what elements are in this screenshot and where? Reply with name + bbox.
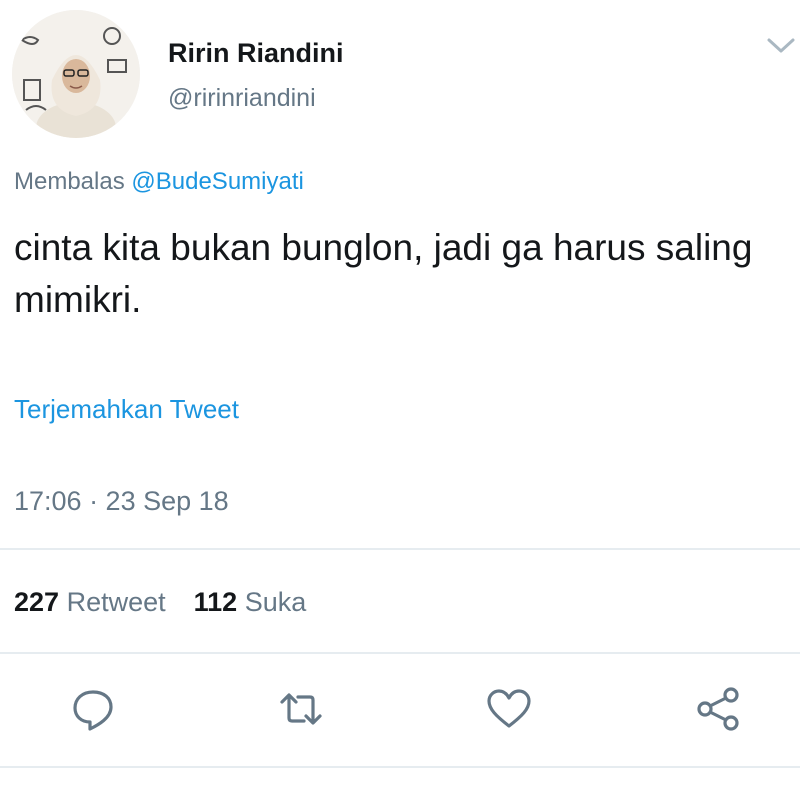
retweet-label: Retweet [66,587,166,617]
tweet-stats: 227 Retweet 112 Suka [14,587,306,618]
reply-button[interactable] [68,684,118,734]
retweet-stat[interactable]: 227 Retweet [14,587,166,617]
like-stat[interactable]: 112 Suka [194,587,307,617]
chevron-down-icon[interactable] [764,34,798,58]
like-label: Suka [244,587,307,617]
like-count: 112 [193,587,238,617]
retweet-icon [280,693,322,725]
avatar[interactable] [12,10,140,138]
tweet-timestamp[interactable]: 17:06 · 23 Sep 18 [14,486,229,517]
reply-mention-link[interactable]: @BudeSumiyati [131,168,303,195]
divider [0,548,800,550]
author-name[interactable]: Ririn Riandini [168,38,344,69]
retweet-button[interactable] [276,684,326,734]
reply-icon [73,690,113,731]
divider [0,766,800,768]
share-button[interactable] [693,684,743,734]
heart-icon [487,689,531,728]
divider [0,652,800,654]
like-button[interactable] [484,684,534,734]
tweet-text: cinta kita bukan bunglon, jadi ga harus … [14,227,753,320]
translate-tweet-link[interactable]: Terjemahkan Tweet [14,394,239,425]
retweet-count: 227 [14,587,60,617]
reply-prefix: Membalas [14,168,125,195]
reply-context: Membalas @BudeSumiyati [14,168,304,196]
author-handle[interactable]: @ririnriandini [168,84,316,113]
avatar-image [12,10,140,138]
share-icon [697,687,739,731]
